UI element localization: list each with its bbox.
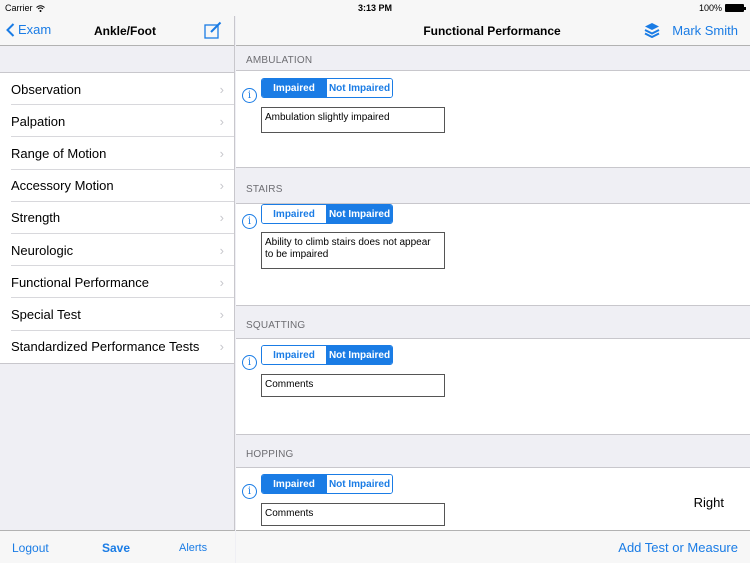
- section-squatting: i Impaired Not Impaired Comments: [236, 339, 750, 435]
- detail-pane: Functional Performance Mark Smith AMBULA…: [236, 16, 750, 563]
- battery-percent: 100%: [698, 3, 722, 13]
- chevron-right-icon: ›: [219, 81, 224, 97]
- segment-impaired[interactable]: Impaired: [262, 346, 327, 364]
- comment-field[interactable]: Comments: [261, 374, 445, 397]
- menu-item-special-test[interactable]: Special Test ›: [0, 298, 234, 331]
- comment-field[interactable]: Ability to climb stairs does not appear …: [261, 232, 445, 269]
- section-header-squatting: SQUATTING: [236, 306, 750, 339]
- save-button[interactable]: Save: [102, 541, 130, 555]
- clock: 3:13 PM: [357, 3, 392, 13]
- menu-item-palpation[interactable]: Palpation ›: [0, 105, 234, 138]
- menu-item-standardized-performance-tests[interactable]: Standardized Performance Tests ›: [0, 331, 234, 363]
- menu-item-label: Accessory Motion: [11, 178, 114, 194]
- menu-item-functional-performance[interactable]: Functional Performance ›: [0, 266, 234, 299]
- segment-not-impaired[interactable]: Not Impaired: [327, 79, 392, 97]
- comment-field[interactable]: Comments: [261, 503, 445, 526]
- status-bar: Carrier 3:13 PM 100%: [0, 0, 750, 16]
- menu-item-neurologic[interactable]: Neurologic ›: [0, 234, 234, 267]
- battery-indicator: 100%: [698, 3, 746, 13]
- impairment-segmented-control[interactable]: Impaired Not Impaired: [261, 345, 393, 365]
- impairment-segmented-control[interactable]: Impaired Not Impaired: [261, 78, 393, 98]
- section-stairs: i Impaired Not Impaired Ability to climb…: [236, 204, 750, 306]
- info-icon[interactable]: i: [242, 484, 257, 499]
- segment-impaired[interactable]: Impaired: [262, 79, 327, 97]
- section-header-hopping: HOPPING: [236, 435, 750, 468]
- chevron-right-icon: ›: [219, 178, 224, 194]
- right-toolbar: Add Test or Measure: [236, 530, 750, 563]
- chevron-right-icon: ›: [219, 210, 224, 226]
- master-pane: Exam Ankle/Foot Observation › Palpation › …: [0, 16, 235, 563]
- chevron-right-icon: ›: [219, 339, 224, 355]
- info-icon[interactable]: i: [242, 88, 257, 103]
- menu-item-label: Special Test: [11, 306, 81, 322]
- logout-button[interactable]: Logout: [12, 541, 49, 555]
- menu-item-accessory-motion[interactable]: Accessory Motion ›: [0, 170, 234, 202]
- menu-item-label: Functional Performance: [11, 274, 150, 290]
- alerts-button[interactable]: Alerts: [179, 542, 207, 554]
- segment-impaired[interactable]: Impaired: [262, 475, 327, 493]
- chevron-right-icon: ›: [219, 113, 224, 129]
- left-toolbar: Logout Save Alerts: [0, 530, 235, 563]
- menu-item-label: Observation: [11, 81, 82, 97]
- section-header-ambulation: AMBULATION: [236, 46, 750, 71]
- menu-item-range-of-motion[interactable]: Range of Motion ›: [0, 137, 234, 170]
- menu-item-observation[interactable]: Observation ›: [0, 73, 234, 106]
- chevron-right-icon: ›: [219, 145, 224, 161]
- menu-item-label: Neurologic: [11, 242, 74, 258]
- chevron-right-icon: ›: [219, 306, 224, 322]
- left-nav-bar: Exam Ankle/Foot: [0, 16, 234, 46]
- battery-icon: [725, 4, 746, 12]
- menu-item-strength[interactable]: Strength ›: [0, 202, 234, 235]
- comment-field[interactable]: Ambulation slightly impaired: [261, 107, 445, 133]
- chevron-right-icon: ›: [219, 242, 224, 258]
- info-icon[interactable]: i: [242, 214, 257, 229]
- compose-icon[interactable]: [204, 21, 222, 39]
- menu-item-label: Palpation: [11, 113, 66, 129]
- user-button[interactable]: Mark Smith: [672, 23, 738, 38]
- layers-icon[interactable]: [644, 22, 660, 38]
- impairment-segmented-control[interactable]: Impaired Not Impaired: [261, 204, 393, 224]
- menu-item-label: Strength: [11, 210, 61, 226]
- exam-menu: Observation › Palpation › Range of Motion ›…: [0, 72, 234, 364]
- segment-not-impaired[interactable]: Not Impaired: [327, 205, 392, 223]
- section-hopping: i Impaired Not Impaired Comments Right: [236, 468, 750, 530]
- functional-performance-form: AMBULATION i Impaired Not Impaired Ambul…: [236, 46, 750, 530]
- side-label: Right: [693, 495, 724, 510]
- page-title: Functional Performance: [423, 24, 561, 38]
- impairment-segmented-control[interactable]: Impaired Not Impaired: [261, 474, 393, 494]
- segment-impaired[interactable]: Impaired: [262, 205, 327, 223]
- segment-not-impaired[interactable]: Not Impaired: [327, 475, 392, 493]
- menu-item-label: Range of Motion: [11, 145, 107, 161]
- add-test-button[interactable]: Add Test or Measure: [618, 540, 738, 555]
- section-ambulation: i Impaired Not Impaired Ambulation sligh…: [236, 71, 750, 168]
- section-header-stairs: STAIRS: [236, 168, 750, 204]
- menu-item-label: Standardized Performance Tests: [11, 339, 200, 355]
- info-icon[interactable]: i: [242, 355, 257, 370]
- right-nav-bar: Functional Performance Mark Smith: [236, 16, 750, 46]
- chevron-right-icon: ›: [219, 274, 224, 290]
- segment-not-impaired[interactable]: Not Impaired: [327, 346, 392, 364]
